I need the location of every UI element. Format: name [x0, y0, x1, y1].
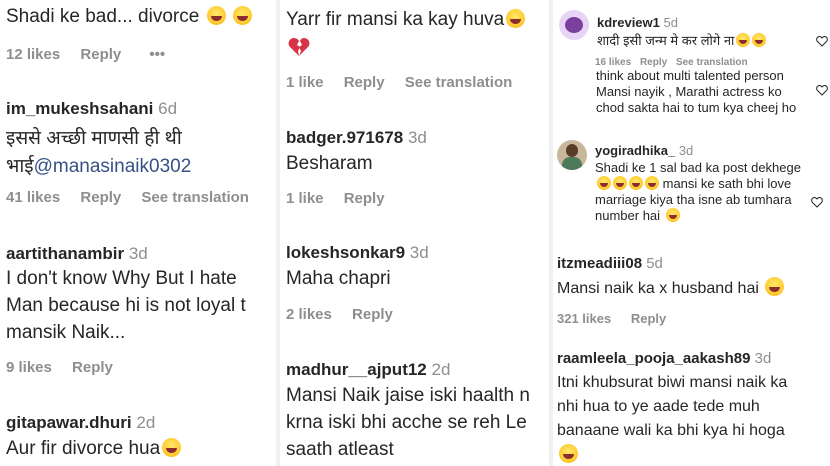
laughing-emoji-icon — [206, 6, 226, 25]
laughing-emoji-icon — [232, 6, 252, 25]
heart-like-icon[interactable] — [816, 35, 828, 47]
laughing-emoji-icon — [613, 176, 627, 190]
reply-button[interactable]: Reply — [344, 190, 385, 207]
comment-text: Mansi naik ka x husband hai — [557, 277, 784, 298]
comment-username[interactable]: raamleela_pooja_aakash89 3d — [557, 350, 771, 367]
see-translation-link[interactable]: See translation — [141, 189, 249, 206]
comment-username[interactable]: itzmeadiii08 5d — [557, 255, 663, 272]
reply-button[interactable]: Reply — [80, 46, 121, 63]
heart-like-icon[interactable] — [811, 196, 823, 208]
reply-button[interactable]: Reply — [640, 57, 667, 68]
avatar[interactable] — [557, 140, 587, 170]
laughing-emoji-icon — [736, 33, 751, 47]
laughing-emoji-icon — [597, 176, 611, 190]
reply-button[interactable]: Reply — [352, 306, 393, 323]
crying-emoji-icon — [764, 277, 784, 296]
mention-link[interactable]: @manasinaik0302 — [34, 156, 192, 177]
comment-text: Shadi ke bad... divorce — [6, 6, 252, 28]
comment-meta: 1 like Reply See translation — [286, 74, 528, 91]
reply-button[interactable]: Reply — [80, 189, 121, 206]
comment-username[interactable]: im_mukeshsahani 6d — [6, 99, 177, 119]
comment-text: Yarr fir mansi ka kay huva — [286, 9, 526, 31]
comment-username[interactable]: aartithanambir 3d — [6, 244, 148, 264]
comments-column-1: Shadi ke bad... divorce 12 likes Reply •… — [0, 0, 278, 466]
likes-count[interactable]: 1 like — [286, 190, 324, 207]
laughing-emoji-icon — [645, 176, 659, 190]
comment-text — [557, 444, 578, 465]
comment-text: Itni khubsurat biwi mansi naik ka — [557, 374, 788, 391]
comment-text: Besharam — [286, 153, 373, 174]
comment-username[interactable]: kdreview1 5d — [597, 15, 678, 30]
avatar[interactable] — [559, 10, 589, 40]
heart-like-icon[interactable] — [816, 84, 828, 96]
comment-text: Maha chapri — [286, 268, 391, 289]
laughing-emoji-icon — [752, 33, 767, 47]
comment-text: Shadi ke 1 sal bad ka post dekhege mansi… — [595, 160, 801, 223]
comment-meta: 321 likes Reply — [557, 311, 682, 326]
comment-text: Man because hi is not loyal t — [6, 295, 246, 316]
comment-username[interactable]: madhur__ajput12 2d — [286, 360, 450, 380]
comment-username[interactable]: lokeshsonkar9 3d — [286, 243, 429, 263]
see-translation-link[interactable]: See translation — [405, 74, 513, 91]
comment-meta: 9 likes Reply — [6, 359, 129, 376]
likes-count[interactable]: 321 likes — [557, 311, 611, 326]
comment-meta: 41 likes Reply See translation — [6, 189, 265, 206]
comment-text: Mansi Naik jaise iski haalth n — [286, 385, 530, 406]
likes-count[interactable]: 1 like — [286, 74, 324, 91]
likes-count[interactable]: 41 likes — [6, 189, 60, 206]
comment-text: mansik Naik... — [6, 322, 126, 343]
comment-username[interactable]: yogiradhika_ 3d — [595, 143, 693, 158]
comment-text-line2: भाई@manasinaik0302 — [6, 156, 192, 177]
comments-column-2: Yarr fir mansi ka kay huva 1 like Reply … — [278, 0, 550, 466]
comment-text: इससे अच्छी माणसी ही थी — [6, 128, 182, 149]
likes-count[interactable]: 2 likes — [286, 306, 332, 323]
broken-heart-icon — [288, 38, 310, 56]
comment-username[interactable]: gitapawar.dhuri 2d — [6, 413, 155, 433]
more-options-icon[interactable]: ••• — [149, 46, 165, 63]
laughing-emoji-icon — [162, 438, 182, 457]
comment-text: saath atleast — [286, 439, 394, 460]
comment-username[interactable]: badger.971678 3d — [286, 128, 427, 148]
likes-count[interactable]: 9 likes — [6, 359, 52, 376]
laughing-emoji-icon — [629, 176, 643, 190]
laughing-emoji-icon — [559, 444, 578, 463]
reply-button[interactable]: Reply — [344, 74, 385, 91]
comments-column-3: kdreview1 5d शादी इसी जन्म मे कर लोगे ना… — [551, 0, 830, 466]
likes-count[interactable]: 16 likes — [595, 57, 631, 68]
unamused-emoji-icon — [506, 9, 526, 28]
comment-text: Aur fir divorce hua — [6, 438, 182, 460]
comment-text: banaane wali ka bhi kya hi hoga — [557, 422, 785, 439]
comment-meta: 2 likes Reply — [286, 306, 409, 323]
comment-meta: 1 like Reply — [286, 190, 401, 207]
see-translation-link[interactable]: See translation — [676, 57, 748, 68]
comment-meta: 12 likes Reply ••• — [6, 46, 181, 63]
comment-text: I don't know Why But I hate — [6, 268, 237, 289]
comment-meta: 16 likes Reply See translation — [595, 57, 764, 68]
reply-button[interactable]: Reply — [72, 359, 113, 376]
comment-text: शादी इसी जन्म मे कर लोगे ना — [597, 31, 767, 49]
laughing-emoji-icon — [665, 208, 680, 222]
reply-button[interactable]: Reply — [631, 311, 666, 326]
comment-text: krna iski bhi acche se reh Le — [286, 412, 527, 433]
comment-text: think about multi talented person Mansi … — [596, 68, 797, 115]
comment-text: nhi hua to ye aade tede muh — [557, 398, 760, 415]
likes-count[interactable]: 12 likes — [6, 46, 60, 63]
